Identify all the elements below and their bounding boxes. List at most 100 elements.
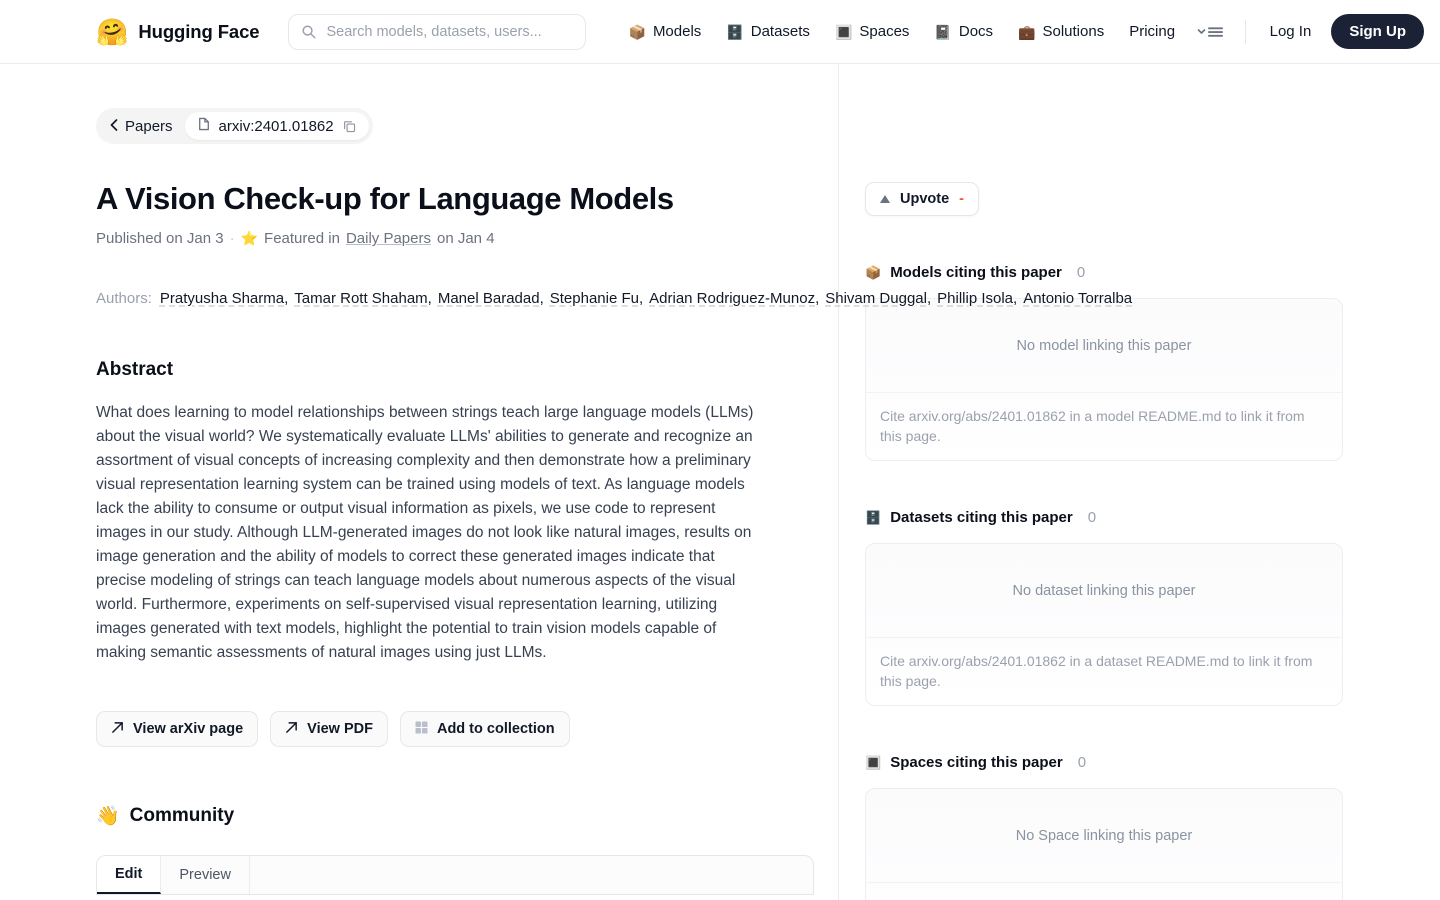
tab-edit[interactable]: Edit	[97, 856, 162, 895]
author-link[interactable]: Pratyusha Sharma	[160, 290, 284, 307]
log-in-link[interactable]: Log In	[1260, 17, 1322, 46]
author-link[interactable]: Stephanie Fu	[550, 290, 639, 307]
nav-label-spaces: Spaces	[859, 23, 910, 40]
grid-icon: 🔳	[865, 755, 882, 770]
comment-editor: Edit Preview	[96, 855, 814, 896]
nav-item-models[interactable]: 📦 Models	[618, 17, 713, 46]
add-to-collection-label: Add to collection	[436, 721, 555, 738]
view-pdf-label: View PDF	[307, 721, 373, 738]
database-icon: 🗄️	[726, 23, 744, 40]
models-citing-empty-text: No model linking this paper	[866, 299, 1342, 393]
daily-papers-link[interactable]: Daily Papers	[346, 230, 431, 247]
view-arxiv-page-label: View arXiv page	[133, 721, 244, 738]
spaces-citing-heading-label: Spaces citing this paper	[890, 754, 1063, 771]
wave-hand-icon: 👋	[96, 805, 120, 827]
cube-icon: 📦	[628, 23, 646, 40]
arrow-up-right-icon	[285, 721, 298, 738]
datasets-citing-note: Cite arxiv.org/abs/2401.01862 in a datas…	[880, 653, 1313, 689]
sign-up-button[interactable]: Sign Up	[1331, 14, 1424, 49]
briefcase-icon: 💼	[1018, 23, 1036, 40]
breadcrumb: Papers arxiv:2401.01862	[96, 108, 373, 144]
nav-item-datasets[interactable]: 🗄️ Datasets	[715, 17, 821, 46]
community-heading: 👋 Community	[96, 805, 814, 827]
chevron-left-icon	[110, 118, 118, 135]
book-icon: 📓	[934, 23, 952, 40]
author-link[interactable]: Phillip Isola	[937, 290, 1013, 307]
spaces-citing-section: 🔳 Spaces citing this paper 0 No Space li…	[865, 754, 1344, 900]
nav-label-datasets: Datasets	[750, 23, 810, 40]
abstract-text: What does learning to model relationship…	[96, 404, 754, 662]
datasets-citing-heading: 🗄️ Datasets citing this paper 0	[865, 509, 1344, 526]
models-citing-count: 0	[1076, 264, 1086, 281]
author-link[interactable]: Tamar Rott Shaham	[294, 290, 427, 307]
spaces-citing-empty-text: No Space linking this paper	[866, 789, 1342, 883]
upvote-count: -	[959, 191, 964, 207]
document-icon	[198, 117, 210, 135]
author-link[interactable]: Antonio Torralba	[1023, 290, 1132, 307]
author-link[interactable]: Shivam Duggal	[825, 290, 927, 307]
star-icon: ⭐	[240, 230, 259, 247]
publication-meta: Published on Jan 3 · ⭐ Featured in Daily…	[96, 230, 814, 247]
authors-list: Authors: Pratyusha Sharma, Tamar Rott Shah…	[96, 290, 1133, 308]
chevron-down-menu-icon[interactable]	[1189, 20, 1231, 44]
datasets-citing-section: 🗄️ Datasets citing this paper 0 No datas…	[865, 509, 1344, 706]
search-box[interactable]	[287, 13, 586, 50]
upvote-button[interactable]: Upvote -	[865, 182, 979, 216]
tab-preview[interactable]: Preview	[161, 856, 250, 895]
triangle-up-icon	[880, 195, 890, 203]
view-arxiv-page-button[interactable]: View arXiv page	[96, 711, 259, 748]
datasets-citing-empty-text: No dataset linking this paper	[866, 544, 1342, 638]
published-date: Published on Jan 3	[96, 230, 224, 248]
nav-item-docs[interactable]: 📓 Docs	[923, 17, 1004, 46]
header-divider	[1244, 19, 1246, 44]
meta-separator: ·	[229, 230, 235, 248]
nav-item-spaces[interactable]: 🔳 Spaces	[824, 17, 920, 46]
featured-suffix: on Jan 4	[436, 230, 495, 248]
database-icon: 🗄️	[865, 510, 882, 525]
models-citing-card: No model linking this paper Cite arxiv.o…	[865, 298, 1343, 461]
page-title: A Vision Check-up for Language Models	[96, 181, 674, 216]
spaces-citing-heading: 🔳 Spaces citing this paper 0	[865, 754, 1344, 771]
nav-label-docs: Docs	[958, 23, 994, 40]
main-nav: 📦 Models 🗄️ Datasets 🔳 Spaces 📓 Docs 💼 S…	[618, 17, 1189, 46]
hugging-face-emoji-icon: 🤗	[96, 16, 129, 47]
abstract-heading: Abstract	[96, 359, 174, 381]
spaces-citing-note: Cite arxiv.org/abs/2401.01862 in a Space…	[866, 883, 1342, 900]
nav-item-solutions[interactable]: 💼 Solutions	[1007, 17, 1115, 46]
authors-label: Authors:	[96, 290, 152, 308]
datasets-citing-heading-label: Datasets citing this paper	[890, 509, 1073, 526]
view-pdf-button[interactable]: View PDF	[270, 711, 388, 748]
brand-name: Hugging Face	[138, 20, 260, 42]
featured-prefix: Featured in	[264, 230, 340, 248]
nav-label-solutions: Solutions	[1042, 23, 1105, 40]
editor-tabs: Edit Preview	[97, 856, 813, 895]
copy-icon[interactable]	[343, 120, 356, 133]
breadcrumb-arxiv-chip[interactable]: arxiv:2401.01862	[184, 112, 369, 140]
main-column: Papers arxiv:2401.01862 A Vision Check-u…	[0, 64, 1133, 900]
models-citing-heading-label: Models citing this paper	[890, 264, 1062, 281]
spaces-citing-card: No Space linking this paper Cite arxiv.o…	[865, 788, 1343, 900]
spaces-citing-count: 0	[1077, 754, 1087, 771]
search-input[interactable]	[324, 22, 573, 41]
breadcrumb-back-papers[interactable]: Papers	[100, 114, 185, 139]
author-link[interactable]: Manel Baradad	[438, 290, 540, 307]
upvote-label: Upvote	[900, 191, 950, 207]
breadcrumb-arxiv-id: arxiv:2401.01862	[218, 117, 334, 135]
author-link[interactable]: Adrian Rodriguez-Munoz	[649, 290, 815, 307]
nav-label-models: Models	[652, 23, 702, 40]
search-icon	[301, 24, 316, 39]
models-citing-heading: 📦 Models citing this paper 0	[865, 264, 1344, 281]
upvote-section: Upvote -	[865, 182, 1344, 216]
nav-item-pricing[interactable]: Pricing	[1118, 17, 1186, 46]
paper-actions: View arXiv page View PDF Add to collecti…	[96, 711, 814, 748]
header-right-group: Log In Sign Up	[1189, 14, 1424, 49]
cube-icon: 📦	[865, 265, 882, 280]
models-citing-note: Cite arxiv.org/abs/2401.01862 in a model…	[880, 408, 1305, 444]
community-heading-label: Community	[129, 805, 235, 827]
page-body: Papers arxiv:2401.01862 A Vision Check-u…	[0, 64, 1440, 900]
add-to-collection-button[interactable]: Add to collection	[399, 711, 570, 748]
breadcrumb-back-label: Papers	[125, 117, 173, 135]
brand-logo-link[interactable]: 🤗 Hugging Face	[96, 19, 260, 45]
arrow-up-right-icon	[111, 721, 124, 738]
sidebar-column: Upvote - 📦 Models citing this paper 0 No…	[838, 64, 1440, 900]
